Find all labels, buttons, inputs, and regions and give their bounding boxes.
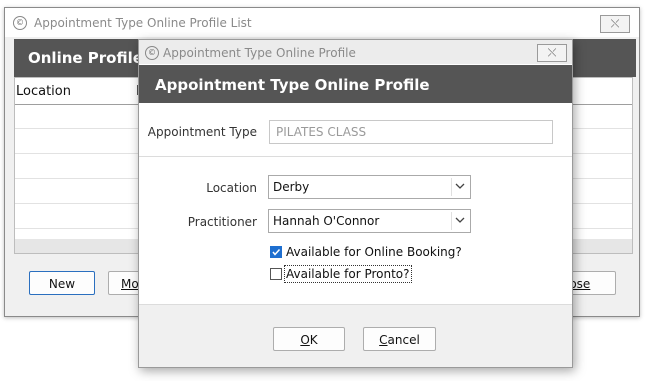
dialog-header-band: Appointment Type Online Profile <box>139 65 572 103</box>
cancel-rest: ancel <box>387 333 420 347</box>
appointment-type-field: PILATES CLASS <box>269 120 553 144</box>
ok-mnemonic: O <box>300 333 310 347</box>
close-icon[interactable]: ⤬ <box>600 15 630 33</box>
app-logo-icon: © <box>145 46 159 60</box>
checkmark-icon <box>272 248 281 256</box>
online-booking-label[interactable]: Available for Online Booking? <box>286 245 462 259</box>
practitioner-label: Practitioner <box>187 215 257 229</box>
location-label: Location <box>206 181 257 195</box>
app-logo-icon: © <box>13 16 27 30</box>
online-booking-option[interactable]: Available for Online Booking? <box>270 245 462 259</box>
column-header-location[interactable]: Location <box>16 84 71 99</box>
list-header-title: Online Profile <box>28 49 143 67</box>
list-window-title: Appointment Type Online Profile List <box>34 16 252 30</box>
chevron-down-icon[interactable] <box>451 178 468 196</box>
ok-button[interactable]: OK <box>273 327 345 351</box>
cancel-mnemonic: C <box>379 333 388 347</box>
pronto-option[interactable]: Available for Pronto? <box>270 265 412 283</box>
dialog-header-title: Appointment Type Online Profile <box>155 76 430 94</box>
dialog-footer: OK Cancel <box>139 304 572 367</box>
ok-rest: K <box>309 333 318 347</box>
cancel-button[interactable]: Cancel <box>363 327 436 351</box>
list-window-titlebar: © Appointment Type Online Profile List ⤬ <box>5 8 639 37</box>
dialog-titlebar: © Appointment Type Online Profile ⤬ <box>139 40 572 64</box>
pronto-checkbox[interactable] <box>270 267 282 280</box>
location-select-value: Derby <box>273 180 310 194</box>
online-profile-dialog: © Appointment Type Online Profile ⤬ Appo… <box>138 39 573 368</box>
online-booking-checkbox[interactable] <box>270 245 282 258</box>
practitioner-select-value: Hannah O'Connor <box>273 214 380 228</box>
practitioner-select[interactable]: Hannah O'Connor <box>268 209 471 233</box>
dialog-title: Appointment Type Online Profile <box>163 46 356 60</box>
new-button[interactable]: New <box>29 271 95 295</box>
modify-button-label: Mo <box>121 277 139 291</box>
location-select[interactable]: Derby <box>268 175 471 199</box>
close-icon[interactable]: ⤬ <box>537 44 567 62</box>
pronto-label[interactable]: Available for Pronto? <box>284 265 412 283</box>
section-divider <box>139 156 572 157</box>
chevron-down-icon[interactable] <box>451 212 468 230</box>
appointment-type-label: Appointment Type <box>147 125 257 139</box>
